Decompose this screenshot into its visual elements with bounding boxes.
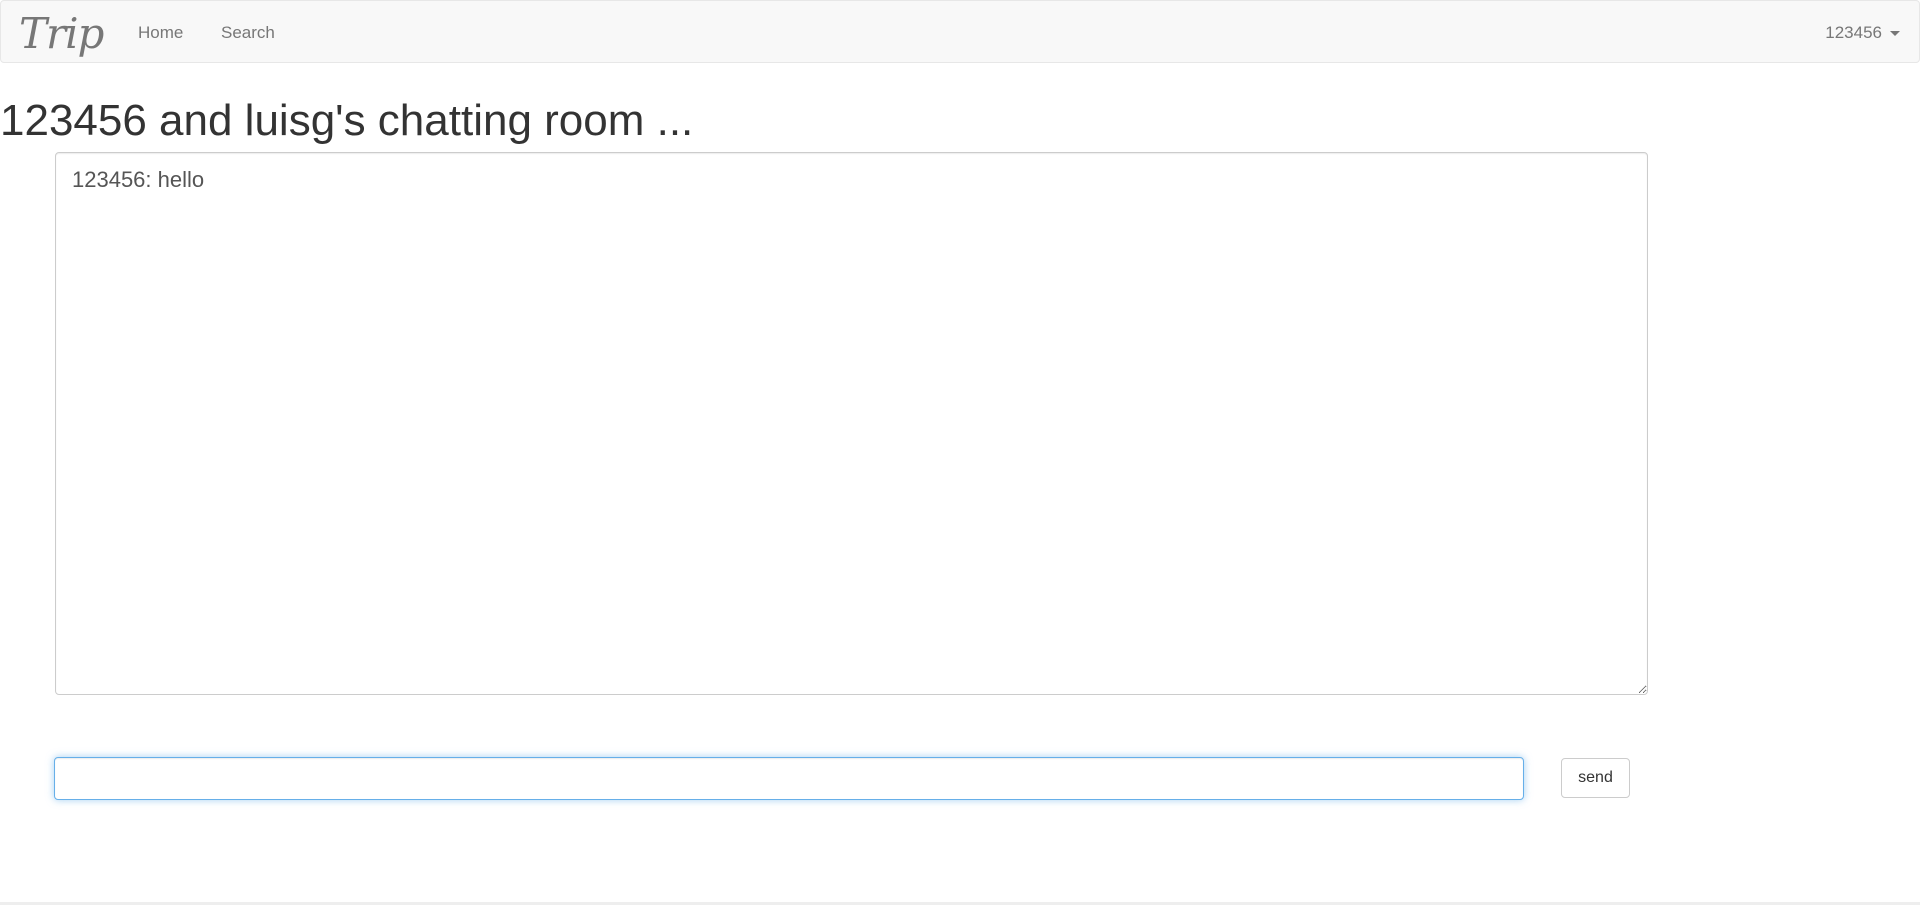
nav-link-search[interactable]: Search	[221, 1, 275, 64]
navbar: Trip Home Search 123456	[0, 0, 1920, 63]
caret-down-icon	[1890, 31, 1900, 36]
chat-log-textarea[interactable]: 123456: hello	[55, 152, 1648, 695]
user-menu-dropdown[interactable]: 123456	[1825, 1, 1900, 64]
user-menu-label: 123456	[1825, 22, 1882, 42]
nav-link-home[interactable]: Home	[138, 1, 183, 64]
message-input[interactable]	[54, 757, 1524, 800]
brand-logo[interactable]: Trip	[19, 7, 104, 59]
send-button[interactable]: send	[1561, 758, 1630, 798]
page-title: 123456 and luisg's chatting room ...	[0, 96, 694, 145]
